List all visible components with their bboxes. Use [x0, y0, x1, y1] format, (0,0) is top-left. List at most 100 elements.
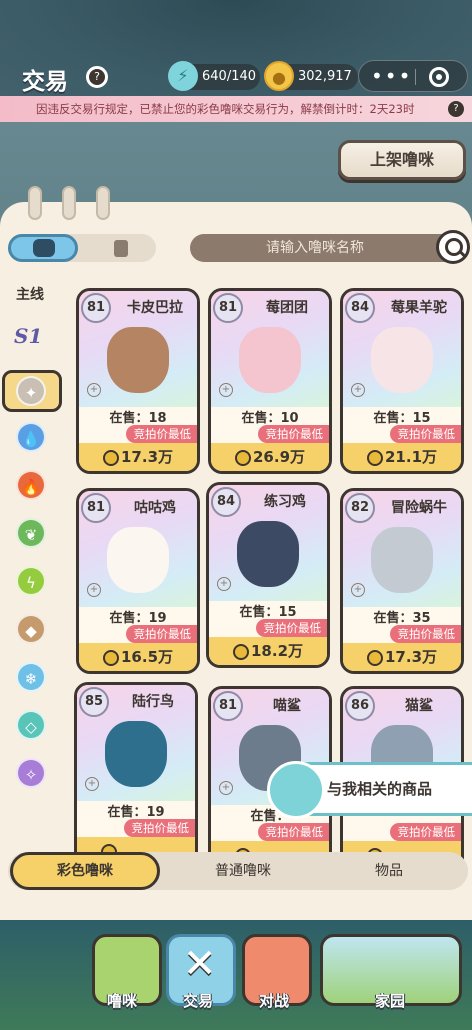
dock-trade-label: 交易: [182, 992, 213, 1010]
creature-image: [107, 327, 169, 393]
creature-name: 莓团团: [266, 300, 308, 316]
add-icon[interactable]: +: [87, 583, 101, 597]
price-label: 18.2万: [209, 637, 327, 665]
spirit-element-icon[interactable]: ✧: [16, 758, 46, 788]
creature-image: [371, 327, 433, 393]
creature-card[interactable]: 84 练习鸡 + 在售：15 竞拍价最低 18.2万: [206, 482, 330, 668]
fire-element-icon[interactable]: 🔥: [16, 470, 46, 500]
stock-count: 在售：15: [239, 605, 297, 620]
creature-card[interactable]: 82 冒险蜗牛 + 在售：35 竞拍价最低 17.3万: [340, 488, 464, 674]
binder-ring: [96, 186, 110, 220]
toggle-creature-view[interactable]: [8, 234, 78, 262]
add-icon[interactable]: +: [217, 577, 231, 591]
related-goods-label: 与我相关的商品: [327, 780, 433, 798]
energy-counter[interactable]: ⚡ 640/140: [168, 61, 260, 91]
tab-items[interactable]: 物品: [314, 852, 464, 890]
coin-value: 302,917: [298, 69, 352, 84]
dock-creatures-label: 噜咪: [106, 992, 137, 1010]
water-element-icon[interactable]: 💧: [16, 422, 46, 452]
creature-image: [371, 527, 433, 593]
creature-name: 喵鲨: [273, 698, 301, 714]
level-badge: 81: [81, 293, 111, 323]
ban-notice-text: 因违反交易行规定，已禁止您的彩色噜咪交易行为，解禁倒计时：2天23时: [36, 102, 415, 116]
price-label: 17.3万: [79, 443, 197, 471]
stock-count: 在售：19: [109, 611, 167, 626]
add-icon[interactable]: +: [351, 583, 365, 597]
search-input[interactable]: 请输入噜咪名称: [190, 234, 462, 262]
search-icon[interactable]: [436, 230, 470, 264]
related-bubble-icon: [267, 761, 325, 819]
creature-face-icon: [33, 239, 55, 257]
add-icon[interactable]: +: [219, 781, 233, 795]
tab-normal-creatures[interactable]: 普通噜咪: [168, 852, 318, 890]
neutral-element-icon[interactable]: ✦: [16, 376, 46, 406]
creature-image: [107, 527, 169, 593]
price-label: 17.3万: [343, 643, 461, 671]
lowest-bid-tag: 竞拍价最低: [257, 425, 329, 443]
lowest-bid-tag: 竞拍价最低: [389, 823, 461, 841]
creature-image: [239, 327, 301, 393]
creature-card[interactable]: 85 陆行鸟 + 在售：19 竞拍价最低: [74, 682, 198, 868]
creature-name: 陆行鸟: [132, 694, 174, 710]
stock-count: 在售：19: [107, 805, 165, 820]
stock-count: 在售：35: [373, 611, 431, 626]
lowest-bid-tag: 竞拍价最低: [389, 625, 461, 643]
level-badge: 84: [211, 487, 241, 517]
clipboard-icon[interactable]: [114, 240, 128, 257]
list-item-button[interactable]: 上架噜咪: [338, 140, 466, 180]
sidebar-label: 主线: [16, 287, 44, 303]
price-label: 21.1万: [343, 443, 461, 471]
creature-name: 冒险蜗牛: [391, 500, 447, 516]
level-badge: 81: [213, 293, 243, 323]
coin-counter[interactable]: ● 302,917: [264, 61, 358, 91]
energy-icon: ⚡: [168, 61, 198, 91]
price-label: 16.5万: [79, 643, 197, 671]
sidebar: 主线 S1 ✦ 💧 🔥 ❦ ϟ ◆ ❄ ◇ ✧: [0, 270, 64, 850]
tab-colored-creatures[interactable]: 彩色噜咪: [10, 852, 160, 890]
dock-battle-label: 对战: [258, 992, 289, 1010]
related-goods-button[interactable]: 与我相关的商品: [267, 761, 472, 819]
level-badge: 84: [345, 293, 375, 323]
add-icon[interactable]: +: [87, 383, 101, 397]
lowest-bid-tag: 竞拍价最低: [255, 619, 327, 637]
add-icon[interactable]: +: [219, 383, 233, 397]
creature-name: 卡皮巴拉: [127, 300, 183, 316]
dock-home-label: 家园: [374, 992, 405, 1010]
page-title: 交易: [22, 69, 68, 95]
earth-element-icon[interactable]: ◆: [16, 614, 46, 644]
add-icon[interactable]: +: [85, 777, 99, 791]
creature-name: 练习鸡: [264, 494, 306, 510]
season-badge[interactable]: S1: [14, 324, 42, 348]
creature-name: 猫鲨: [405, 698, 433, 714]
stock-count: 在售：15: [373, 411, 431, 426]
coin-icon: ●: [264, 61, 294, 91]
level-badge: 81: [213, 691, 243, 721]
add-icon[interactable]: +: [351, 383, 365, 397]
view-toggle: [8, 234, 156, 262]
creature-card[interactable]: 81 咕咕鸡 + 在售：19 竞拍价最低 16.5万: [76, 488, 200, 674]
trade-cross-icon: ✕: [183, 941, 217, 987]
ice-element-icon[interactable]: ❄: [16, 662, 46, 692]
level-badge: 81: [81, 493, 111, 523]
level-badge: 82: [345, 493, 375, 523]
lowest-bid-tag: 竞拍价最低: [123, 819, 195, 837]
level-badge: 86: [345, 691, 375, 721]
capsule-divider: [415, 69, 416, 85]
help-icon[interactable]: ?: [86, 66, 108, 88]
crystal-element-icon[interactable]: ◇: [16, 710, 46, 740]
binder-ring: [62, 186, 76, 220]
more-menu-icon[interactable]: •••: [371, 61, 412, 91]
creature-card[interactable]: 81 卡皮巴拉 + 在售：18 竞拍价最低 17.3万: [76, 288, 200, 474]
grass-element-icon[interactable]: ❦: [16, 518, 46, 548]
lowest-bid-tag: 竞拍价最低: [125, 425, 197, 443]
lowest-bid-tag: 竞拍价最低: [257, 823, 329, 841]
creature-card[interactable]: 81 莓团团 + 在售：10 竞拍价最低 26.9万: [208, 288, 332, 474]
stock-count: 在售：10: [241, 411, 299, 426]
stock-count: 在售：18: [109, 411, 167, 426]
binder-ring: [28, 186, 42, 220]
electric-element-icon[interactable]: ϟ: [16, 566, 46, 596]
creature-card[interactable]: 84 莓果羊驼 + 在售：15 竞拍价最低 21.1万: [340, 288, 464, 474]
close-target-icon[interactable]: [429, 67, 449, 87]
info-icon[interactable]: ?: [446, 99, 466, 119]
category-tabs: 彩色噜咪 普通噜咪 物品: [8, 852, 468, 890]
